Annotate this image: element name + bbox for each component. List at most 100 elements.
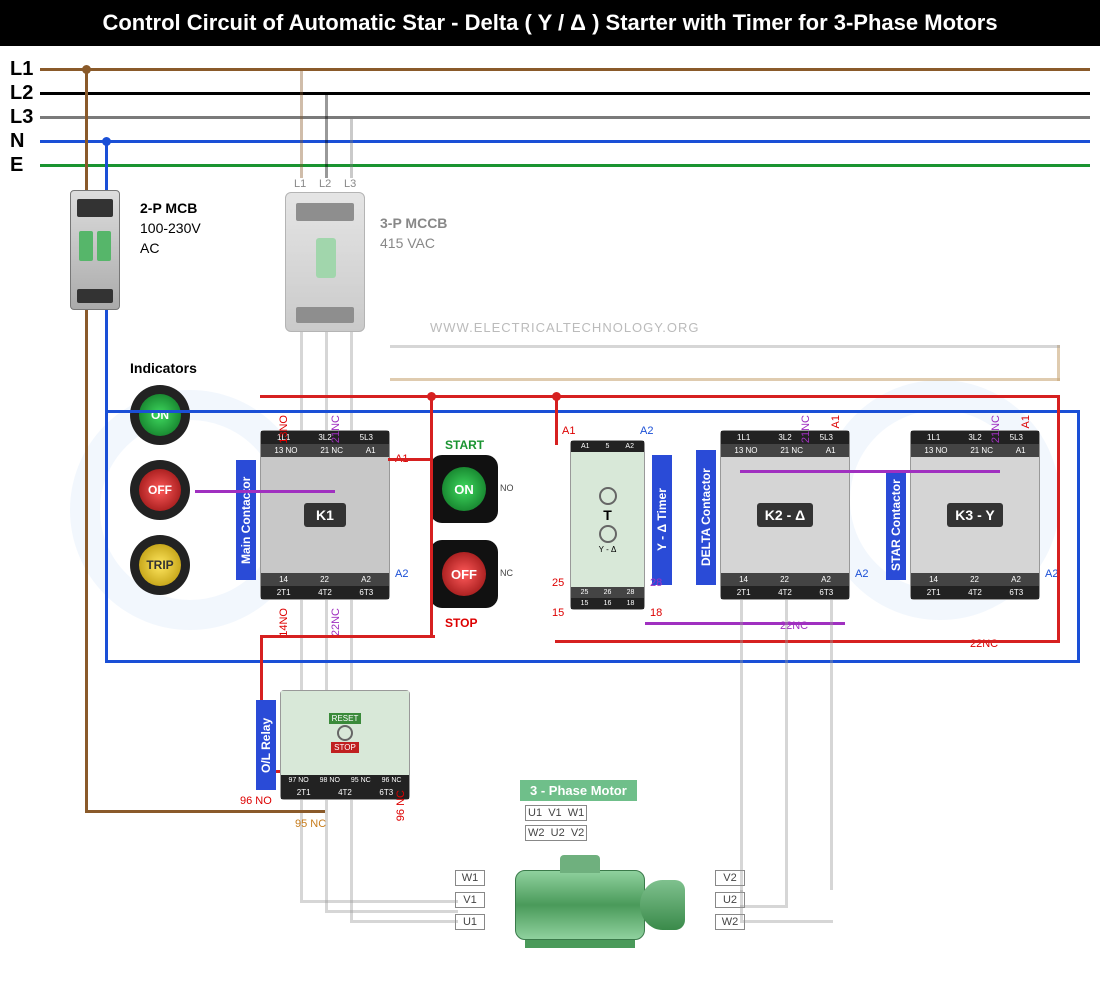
wire-neutral-right xyxy=(1077,410,1080,663)
mccb-t-L1: L1 xyxy=(294,178,306,190)
wire-neutral-rail-top xyxy=(105,410,1080,413)
wire-L2-mccb xyxy=(325,92,328,178)
stop-heading: STOP xyxy=(445,616,477,630)
wire-power-left3 xyxy=(350,920,458,923)
mccb-voltage: 415 VAC xyxy=(380,235,435,251)
wire-mccb-d1 xyxy=(300,332,303,900)
node-N xyxy=(102,137,111,146)
k1-14no: 14NO xyxy=(278,608,290,637)
indicator-off: OFF xyxy=(130,460,190,520)
mcb-type: AC xyxy=(140,240,159,256)
ol-95nc-label: 95 NC xyxy=(295,818,326,830)
mccb-3p xyxy=(285,192,365,332)
mccb-t-L3: L3 xyxy=(344,178,356,190)
pushbutton-start[interactable]: ON xyxy=(430,455,498,523)
wire-red-low1 xyxy=(260,635,435,638)
wire-red-to-timer xyxy=(555,395,558,445)
bus-E xyxy=(40,164,1090,167)
mccb-t-L2: L2 xyxy=(319,178,331,190)
wire-mcb-down-N xyxy=(105,310,108,410)
node-red-1 xyxy=(552,392,561,401)
timer-label: Y - Δ Timer xyxy=(652,455,672,585)
wire-tan-r xyxy=(1057,345,1060,381)
timer-a1: A1 xyxy=(562,425,575,437)
mcb-voltage: 100-230V xyxy=(140,220,201,236)
mccb-label: 3-P MCCB xyxy=(380,215,447,231)
bus-label-L3: L3 xyxy=(10,106,33,129)
mcb-label: 2-P MCB xyxy=(140,200,197,216)
delta-contactor-label: DELTA Contactor xyxy=(696,450,716,585)
overload-relay: RESET STOP 97 NO98 NO95 NC96 NC 2T14T26T… xyxy=(280,690,410,800)
title-bar: Control Circuit of Automatic Star - Delt… xyxy=(0,0,1100,46)
bus-L1 xyxy=(40,68,1090,71)
ol-96no: 96 NO xyxy=(240,795,272,807)
timer-25: 25 xyxy=(552,577,564,589)
indicator-trip: TRIP xyxy=(130,535,190,595)
stop-nc: NC xyxy=(500,568,513,578)
wire-red-bottom-right xyxy=(555,640,1060,643)
motor-term-U1: U1 xyxy=(455,914,485,930)
wire-mcb-down-L xyxy=(85,310,88,810)
ol-96nc: 96 NC xyxy=(395,790,407,821)
timer: A15A2 T Y - Δ 252628 151618 xyxy=(570,440,645,610)
k1-21nc: 21NC xyxy=(330,415,342,443)
motor-term-V1: V1 xyxy=(455,892,485,908)
wire-gray-top2 xyxy=(390,345,1060,348)
k1-22nc: 22NC xyxy=(330,608,342,636)
timer-15: 15 xyxy=(552,607,564,619)
contactor-star: 1L13L25L3 13 NO21 NCA1 K3 - Y 1422A2 2T1… xyxy=(910,430,1040,600)
bus-label-L2: L2 xyxy=(10,82,33,105)
bus-L3 xyxy=(40,116,1090,119)
k2-a2: A2 xyxy=(855,568,868,580)
k2-21nc: 21NC xyxy=(800,415,812,443)
k3-21nc: 21NC xyxy=(990,415,1002,443)
wire-red-k1a1 xyxy=(388,458,433,461)
wire-L1-mcb xyxy=(85,68,88,190)
wire-tan-top xyxy=(390,378,1060,381)
wire-purple-k2k3 xyxy=(645,622,845,625)
bus-label-N: N xyxy=(10,130,24,153)
wire-L3-mccb xyxy=(350,116,353,178)
contactor-main: 1L13L25L3 13 NO21 NCA1 K1 1422A2 2T14T26… xyxy=(260,430,390,600)
wire-N-mcb xyxy=(105,140,108,190)
motor-top-terms: U1 V1 W1 xyxy=(525,805,587,821)
wire-purple-ind xyxy=(195,490,335,493)
motor-icon xyxy=(515,855,695,950)
start-no: NO xyxy=(500,483,514,493)
wire-red-pb-down xyxy=(430,395,433,635)
pushbutton-stop[interactable]: OFF xyxy=(430,540,498,608)
ol-relay-label: O/L Relay xyxy=(256,700,276,790)
wire-neutral-rail-bot xyxy=(105,660,1080,663)
wire-power-left2 xyxy=(325,910,458,913)
bus-label-E: E xyxy=(10,154,23,177)
bus-label-L1: L1 xyxy=(10,58,33,81)
wire-red-right-down xyxy=(1057,395,1060,643)
mcb-2p xyxy=(70,190,120,310)
motor-bot-terms: W2 U2 V2 xyxy=(525,825,587,841)
k3-a1: A1 xyxy=(1020,415,1032,428)
wire-power-left1 xyxy=(300,900,458,903)
star-contactor-label: STAR Contactor xyxy=(886,470,906,580)
wire-power-h1 xyxy=(740,920,833,923)
bus-L2 xyxy=(40,92,1090,95)
watermark-url: WWW.ELECTRICALTECHNOLOGY.ORG xyxy=(430,320,700,335)
timer-18: 18 xyxy=(650,607,662,619)
start-heading: START xyxy=(445,438,484,452)
wire-purple-top xyxy=(740,470,1000,473)
wire-power-h3 xyxy=(740,890,743,893)
motor-label: 3 - Phase Motor xyxy=(520,780,637,801)
node-red-pb xyxy=(427,392,436,401)
indicator-on: ON xyxy=(130,385,190,445)
wire-red-top xyxy=(260,395,1060,398)
wire-power-k2-d3 xyxy=(830,600,833,890)
timer-28: 28 xyxy=(650,577,662,589)
wire-neutral-left xyxy=(105,410,108,663)
wire-power-k2-d2 xyxy=(785,600,788,905)
motor-term-W1: W1 xyxy=(455,870,485,886)
wire-brown-ol xyxy=(85,810,325,813)
wire-mccb-d3 xyxy=(350,332,353,920)
wire-L1-mccb xyxy=(300,68,303,178)
k1-13no: 13NO xyxy=(278,415,290,444)
timer-a2: A2 xyxy=(640,425,653,437)
contactor-delta: 1L13L25L3 13 NO21 NCA1 K2 - Δ 1422A2 2T1… xyxy=(720,430,850,600)
